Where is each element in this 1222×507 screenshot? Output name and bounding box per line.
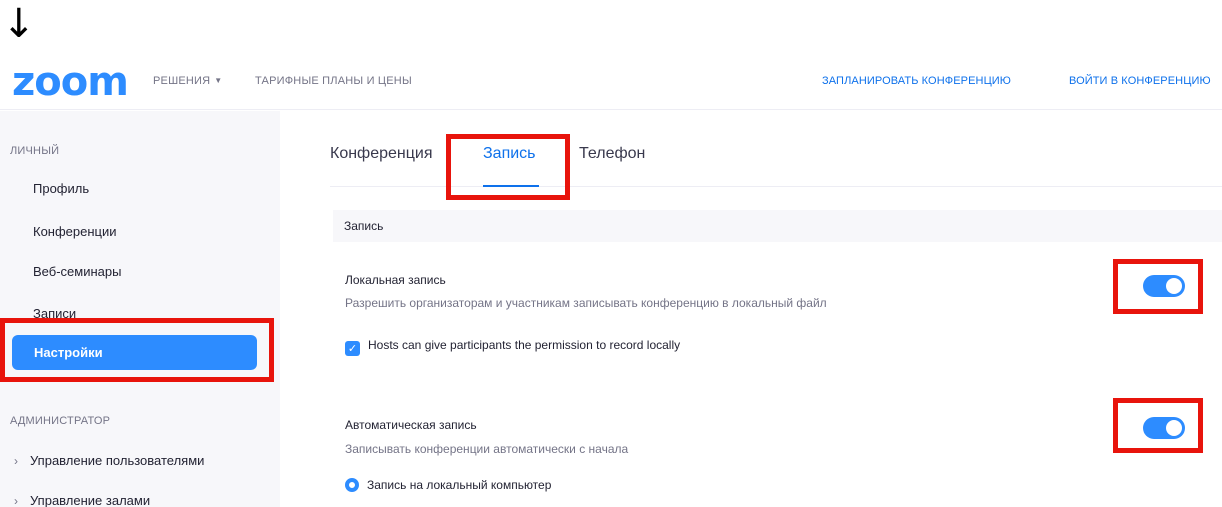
auto-recording-description: Записывать конференции автоматически с н… — [345, 442, 629, 456]
local-recording-description: Разрешить организаторам и участникам зап… — [345, 296, 827, 310]
sidebar-item-user-management[interactable]: › Управление пользователями — [14, 453, 204, 468]
sidebar-item-recordings[interactable]: Записи — [33, 306, 76, 321]
nav-solutions-menu[interactable]: РЕШЕНИЯ ▼ — [153, 75, 222, 87]
auto-recording-toggle[interactable] — [1143, 417, 1185, 439]
tab-phone[interactable]: Телефон — [579, 145, 645, 163]
auto-recording-title: Автоматическая запись — [345, 418, 477, 432]
active-tab-indicator — [483, 185, 539, 187]
local-recording-title: Локальная запись — [345, 273, 446, 287]
sidebar-item-meetings[interactable]: Конференции — [33, 224, 117, 239]
nav-plans-link[interactable]: ТАРИФНЫЕ ПЛАНЫ И ЦЕНЫ — [255, 75, 412, 87]
chevron-right-icon: › — [14, 494, 18, 507]
radio-selected-icon[interactable] — [345, 478, 359, 492]
record-permission-option[interactable]: ✓ Hosts can give participants the permiss… — [345, 338, 680, 356]
section-header-recording: Запись — [333, 210, 1222, 242]
sidebar-section-admin: АДМИНИСТРАТОР — [10, 415, 111, 427]
caret-down-icon: ▼ — [214, 76, 223, 85]
chevron-right-icon: › — [14, 454, 18, 468]
tab-recording[interactable]: Запись — [483, 145, 536, 163]
tab-meeting[interactable]: Конференция — [330, 145, 433, 163]
sidebar-item-settings[interactable]: Настройки — [12, 335, 257, 370]
record-local-computer-option[interactable]: Запись на локальный компьютер — [345, 478, 551, 492]
sidebar-item-room-management[interactable]: › Управление залами — [14, 493, 150, 507]
sidebar-item-label: Управление пользователями — [30, 453, 205, 468]
schedule-meeting-link[interactable]: ЗАПЛАНИРОВАТЬ КОНФЕРЕНЦИЮ — [822, 75, 1011, 87]
sidebar-item-webinars[interactable]: Веб-семинары — [33, 264, 121, 279]
join-meeting-link[interactable]: ВОЙТИ В КОНФЕРЕНЦИЮ — [1069, 75, 1211, 87]
settings-tabs: Конференция Запись Телефон — [330, 145, 1222, 187]
toggle-knob — [1166, 420, 1182, 436]
local-recording-toggle[interactable] — [1143, 275, 1185, 297]
down-arrow-icon: ↓ — [2, 1, 36, 47]
sidebar-item-profile[interactable]: Профиль — [33, 181, 89, 196]
top-navbar: zoom РЕШЕНИЯ ▼ ТАРИФНЫЕ ПЛАНЫ И ЦЕНЫ ЗАПЛ… — [0, 56, 1222, 110]
sidebar-item-label: Управление залами — [30, 493, 151, 507]
checkbox-checked-icon[interactable]: ✓ — [345, 341, 360, 356]
toggle-knob — [1166, 278, 1182, 294]
zoom-logo[interactable]: zoom — [12, 62, 129, 102]
record-local-computer-label: Запись на локальный компьютер — [367, 478, 552, 492]
nav-solutions-label: РЕШЕНИЯ — [153, 75, 211, 87]
sidebar: ЛИЧНЫЙ Профиль Конференции Веб-семинары … — [0, 111, 280, 507]
record-permission-label: Hosts can give participants the permissi… — [368, 338, 681, 352]
sidebar-section-personal: ЛИЧНЫЙ — [10, 145, 60, 157]
